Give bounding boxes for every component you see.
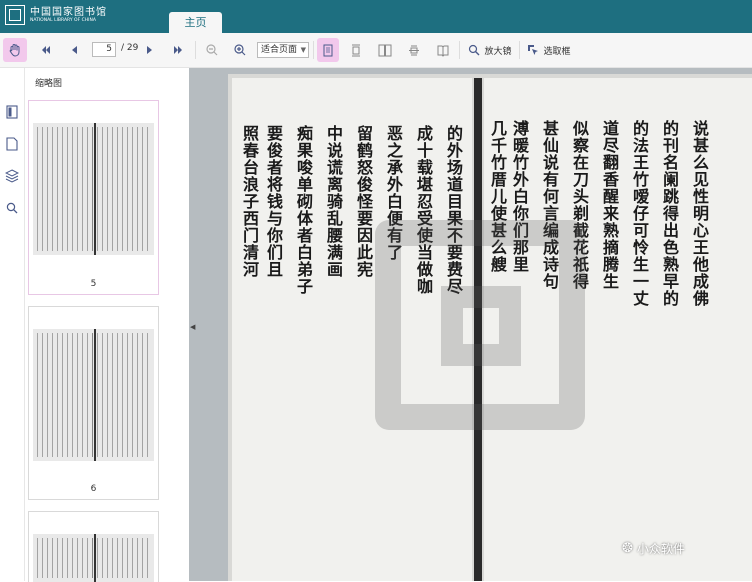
logo-chinese-name: 中国国家图书馆 [30, 6, 107, 18]
search-button[interactable] [4, 200, 20, 216]
hand-tool-button[interactable] [3, 38, 27, 62]
text-column: 要俊者将钱与你们且 [264, 125, 283, 278]
double-page-view-button[interactable] [375, 38, 395, 62]
selection-box-button[interactable]: 选取框 [524, 38, 574, 62]
brand-watermark-text: 小众软件 [636, 542, 685, 556]
sidebar-rail [0, 68, 25, 581]
zoom-in-icon [234, 44, 246, 56]
selection-box-icon [528, 45, 539, 55]
previous-page-button[interactable] [66, 38, 82, 62]
next-page-button[interactable] [142, 38, 158, 62]
bookmark-panel-icon [6, 105, 18, 119]
hand-icon [9, 44, 20, 57]
continuous-view-button[interactable] [346, 38, 366, 62]
thumbnail-panel-button[interactable] [4, 136, 20, 152]
thumbnail-image [33, 329, 154, 461]
toolbar-divider [459, 41, 460, 59]
text-column: 的法王竹嗳仔可怜生一丈 [630, 120, 649, 307]
collapse-sidebar-icon[interactable]: ◀ [190, 323, 195, 331]
thumbnail-page[interactable]: 6 [28, 306, 159, 500]
single-page-icon [323, 44, 333, 56]
logo-english-name: NATIONAL LIBRARY OF CHINA [30, 17, 96, 23]
text-column: 道尽翻香醒来熟摘腾生 [600, 120, 619, 290]
magnifier-button[interactable]: 放大镜 [464, 38, 516, 62]
layers-button[interactable] [4, 168, 20, 184]
total-pages-label: / 29 [121, 43, 139, 53]
text-column: 痴果唆单砌体者白弟子 [294, 125, 313, 295]
text-column: 留鹤怒俊怪要因此宪 [354, 125, 373, 278]
zoom-in-button[interactable] [231, 38, 249, 62]
toolbar-divider [519, 41, 520, 59]
first-page-button[interactable] [37, 38, 55, 62]
library-logo[interactable]: 中国国家图书馆 NATIONAL LIBRARY OF CHINA [5, 5, 107, 25]
text-column: 中说谎离骑乱腰满画 [324, 125, 343, 278]
library-watermark [375, 220, 585, 430]
previous-page-icon [72, 46, 77, 54]
last-page-icon [174, 46, 182, 54]
first-page-icon [42, 46, 50, 54]
next-page-icon [147, 46, 152, 54]
magnifier-label: 放大镜 [484, 46, 512, 57]
continuous-scroll-icon [352, 44, 360, 56]
thumbnail-panel-title: 缩略图 [35, 79, 63, 89]
thumbnail-image [33, 123, 154, 255]
chevron-down-icon: ▼ [300, 46, 306, 54]
page-number-input[interactable]: 5 [92, 42, 116, 57]
text-column: 照春台浪子西门清河 [240, 125, 259, 278]
page-icon [6, 137, 18, 151]
text-column: 的刊名阑跳得出色熟早的 [660, 120, 679, 307]
double-page-icon [378, 44, 392, 56]
zoom-out-button[interactable] [203, 38, 221, 62]
brand-watermark: ❂ 小众软件 [622, 540, 685, 557]
selection-box-label: 选取框 [543, 46, 571, 57]
thumbnail-panel: 缩略图 5 6 [25, 68, 188, 582]
text-column: 说甚么见性明心王他成佛 [690, 120, 709, 307]
tab-home[interactable]: 主页 [169, 12, 222, 33]
toolbar-divider [313, 41, 314, 59]
align-center-button[interactable] [404, 38, 424, 62]
thumbnail-page-number: 6 [90, 484, 97, 494]
zoom-select-value: 适合页面 [261, 45, 298, 55]
book-icon [437, 45, 449, 57]
magnifier-icon [469, 44, 480, 56]
thumbnail-page[interactable] [28, 511, 159, 582]
single-page-view-button[interactable] [317, 38, 339, 62]
search-icon [6, 202, 18, 214]
last-page-button[interactable] [169, 38, 187, 62]
book-view-button[interactable] [433, 38, 453, 62]
toolbar-divider [195, 41, 196, 59]
thumbnail-page-number: 5 [90, 279, 97, 289]
wechat-icon: ❂ [622, 541, 633, 556]
layers-icon [5, 169, 19, 183]
library-seal-icon [5, 5, 25, 25]
zoom-select[interactable]: 适合页面 ▼ [257, 42, 309, 58]
top-header: 中国国家图书馆 NATIONAL LIBRARY OF CHINA 主页 [0, 0, 752, 33]
zoom-out-icon [206, 44, 218, 56]
outline-button[interactable] [4, 104, 20, 120]
thumbnail-image [33, 534, 154, 582]
thumbnail-page[interactable]: 5 [28, 100, 159, 295]
viewer-toolbar: 5 / 29 适合页面 ▼ 放大镜 选取框 [0, 33, 752, 68]
align-center-icon [409, 45, 419, 55]
